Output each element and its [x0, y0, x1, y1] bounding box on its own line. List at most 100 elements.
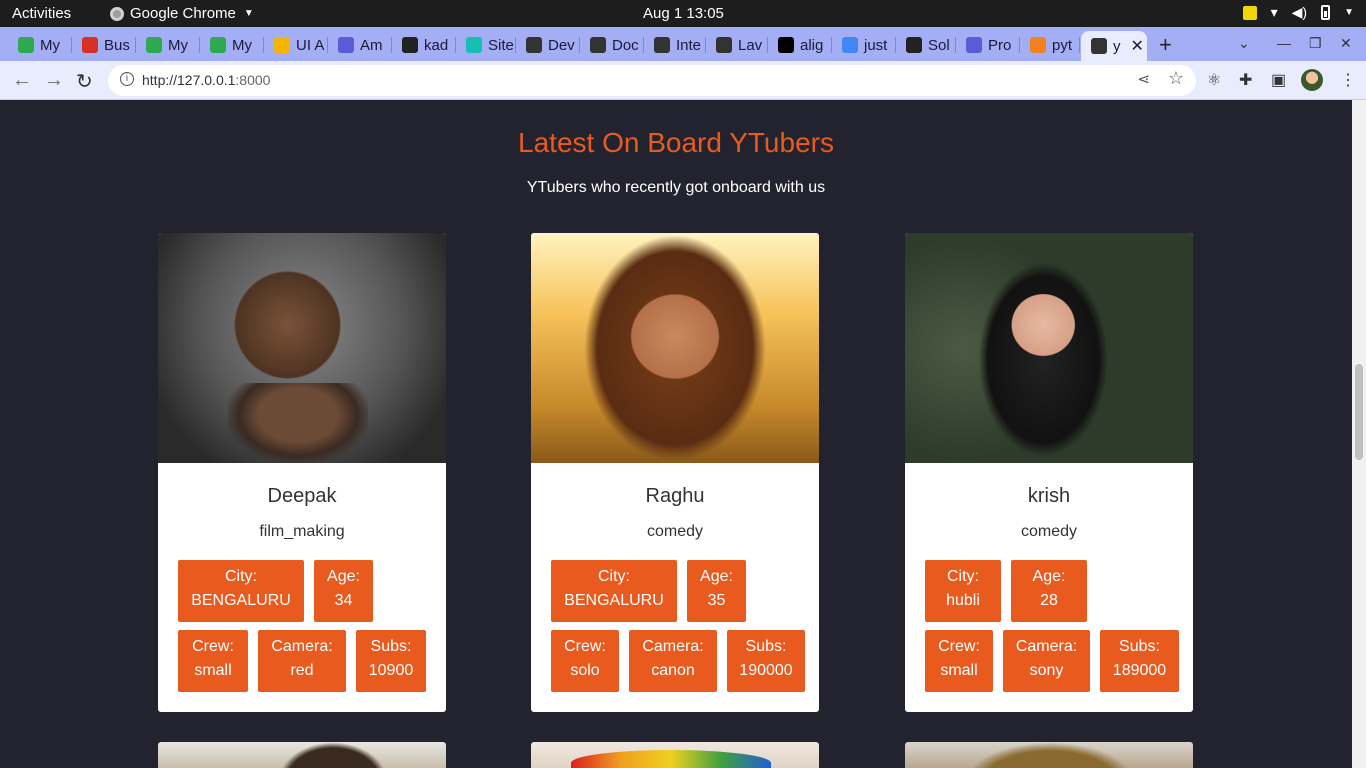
browser-tab[interactable]: Doc: [580, 31, 644, 59]
subs-badge: Subs: 190000: [727, 630, 805, 692]
browser-tab[interactable]: My: [200, 31, 264, 59]
extension-icon[interactable]: ⚛: [1207, 70, 1221, 90]
tab-label: Dev: [548, 36, 575, 54]
tab-search-icon[interactable]: ⌄: [1238, 35, 1250, 52]
tab-label: y: [1113, 37, 1121, 55]
ytuber-name: Raghu: [645, 485, 705, 507]
age-badge: Age: 28: [1011, 560, 1087, 622]
city-badge: City: hubli: [925, 560, 1001, 622]
browser-tab[interactable]: alig: [768, 31, 832, 59]
scrollbar-thumb[interactable]: [1355, 364, 1363, 460]
url-text[interactable]: http://127.0.0.1:8000: [142, 72, 270, 88]
puzzle-icon[interactable]: ✚: [1239, 70, 1252, 90]
browser-tab[interactable]: pyt: [1020, 31, 1080, 59]
ytuber-category: comedy: [646, 523, 704, 540]
tab-label: Site: [488, 36, 514, 54]
browser-tab[interactable]: Lav: [706, 31, 768, 59]
close-tab-icon[interactable]: ✕: [1131, 36, 1144, 56]
github-icon: [402, 37, 418, 53]
side-panel-icon[interactable]: ▣: [1271, 70, 1286, 90]
globe-icon: [590, 37, 606, 53]
section-subtitle: YTubers who recently got onboard with us: [526, 179, 826, 196]
tab-label: My: [40, 36, 60, 54]
ytuber-photo[interactable]: [531, 742, 819, 768]
wifi-icon[interactable]: ▾: [1271, 4, 1278, 21]
system-tray[interactable]: ▾ ◀) ▼: [1242, 4, 1354, 21]
caret-down-icon[interactable]: ▼: [1344, 7, 1354, 18]
ytuber-photo[interactable]: [158, 233, 446, 463]
tab-label: My: [168, 36, 188, 54]
app-menu[interactable]: Google Chrome ▼: [110, 5, 254, 22]
browser-tab[interactable]: kad: [392, 31, 456, 59]
ytuber-name: Deepak: [267, 485, 337, 507]
back-icon[interactable]: ←: [12, 69, 32, 92]
tab-label: pyt: [1052, 36, 1073, 54]
drive-icon: [210, 37, 226, 53]
info-icon[interactable]: i: [120, 72, 134, 86]
activities-button[interactable]: Activities: [12, 5, 71, 22]
gmail-icon: [82, 37, 98, 53]
tab-label: Am: [360, 36, 383, 54]
ytuber-category: comedy: [1020, 523, 1078, 540]
diamond-icon: [466, 37, 482, 53]
browser-tab[interactable]: Site: [456, 31, 516, 59]
ytuber-photo[interactable]: [158, 742, 446, 768]
subs-badge: Subs: 189000: [1100, 630, 1179, 692]
menu-dots-icon[interactable]: ⋮: [1340, 70, 1356, 90]
notes-icon[interactable]: [1242, 5, 1257, 20]
browser-tab[interactable]: Bus: [72, 31, 136, 59]
ytuber-photo[interactable]: [531, 233, 819, 463]
volume-icon[interactable]: ◀): [1292, 4, 1307, 21]
battery-icon[interactable]: [1321, 5, 1331, 20]
github-icon: [906, 37, 922, 53]
close-window-icon[interactable]: ✕: [1340, 35, 1352, 52]
browser-tab[interactable]: Sol: [896, 31, 956, 59]
tab-label: Sol: [928, 36, 950, 54]
tab-label: just: [864, 36, 888, 54]
restore-icon[interactable]: ❐: [1309, 35, 1322, 52]
ytuber-photo[interactable]: [905, 233, 1193, 463]
devto-icon: [966, 37, 982, 53]
browser-tab[interactable]: y ✕: [1081, 31, 1147, 61]
browser-tab[interactable]: My: [136, 31, 200, 59]
bookmark-star-icon[interactable]: ☆: [1168, 68, 1184, 89]
tab-label: Doc: [612, 36, 639, 54]
app-menu-label: Google Chrome: [130, 5, 236, 22]
share-icon[interactable]: ⋖: [1137, 70, 1150, 88]
new-tab-button[interactable]: +: [1159, 32, 1172, 58]
ytuber-category: film_making: [259, 523, 345, 540]
page-scrollbar[interactable]: [1352, 100, 1366, 768]
browser-tab[interactable]: Am: [328, 31, 392, 59]
ytuber-card[interactable]: Raghu comedy City: BENGALURU Age: 35 Crew:…: [531, 233, 819, 712]
browser-tab[interactable]: My: [8, 31, 72, 59]
globe-icon: [716, 37, 732, 53]
ytuber-card[interactable]: krish comedy City: hubli Age: 28 Crew: smal…: [905, 233, 1193, 712]
tab-label: alig: [800, 36, 824, 54]
address-bar[interactable]: i http://127.0.0.1:8000 ⋖ ☆: [108, 65, 1196, 96]
w-icon: [274, 37, 290, 53]
browser-tab[interactable]: Dev: [516, 31, 580, 59]
tab-label: My: [232, 36, 252, 54]
avatar[interactable]: [1301, 69, 1323, 91]
clock[interactable]: Aug 1 13:05: [643, 5, 724, 22]
chrome-icon: [110, 6, 124, 21]
forward-icon[interactable]: →: [44, 69, 64, 92]
ytuber-photo[interactable]: [905, 742, 1193, 768]
reload-icon[interactable]: ↻: [76, 69, 93, 94]
camera-badge: Camera: red: [258, 630, 346, 692]
minimize-icon[interactable]: —: [1277, 35, 1291, 51]
crew-badge: Crew: small: [925, 630, 993, 692]
browser-tab[interactable]: Inte: [644, 31, 706, 59]
globe-icon: [526, 37, 542, 53]
browser-tab[interactable]: just: [832, 31, 896, 59]
system-top-bar: Activities Google Chrome ▼ Aug 1 13:05 ▾…: [0, 0, 1366, 27]
ytuber-card[interactable]: Deepak film_making City: BENGALURU Age: 34…: [158, 233, 446, 712]
age-badge: Age: 35: [687, 560, 746, 622]
globe-icon: [654, 37, 670, 53]
tab-label: kad: [424, 36, 449, 54]
tab-separator: [1079, 37, 1080, 53]
browser-tab[interactable]: Pro: [956, 31, 1020, 59]
browser-tab[interactable]: UI A: [264, 31, 328, 59]
city-badge: City: BENGALURU: [178, 560, 304, 622]
section-title: Latest On Board YTubers: [518, 127, 834, 158]
